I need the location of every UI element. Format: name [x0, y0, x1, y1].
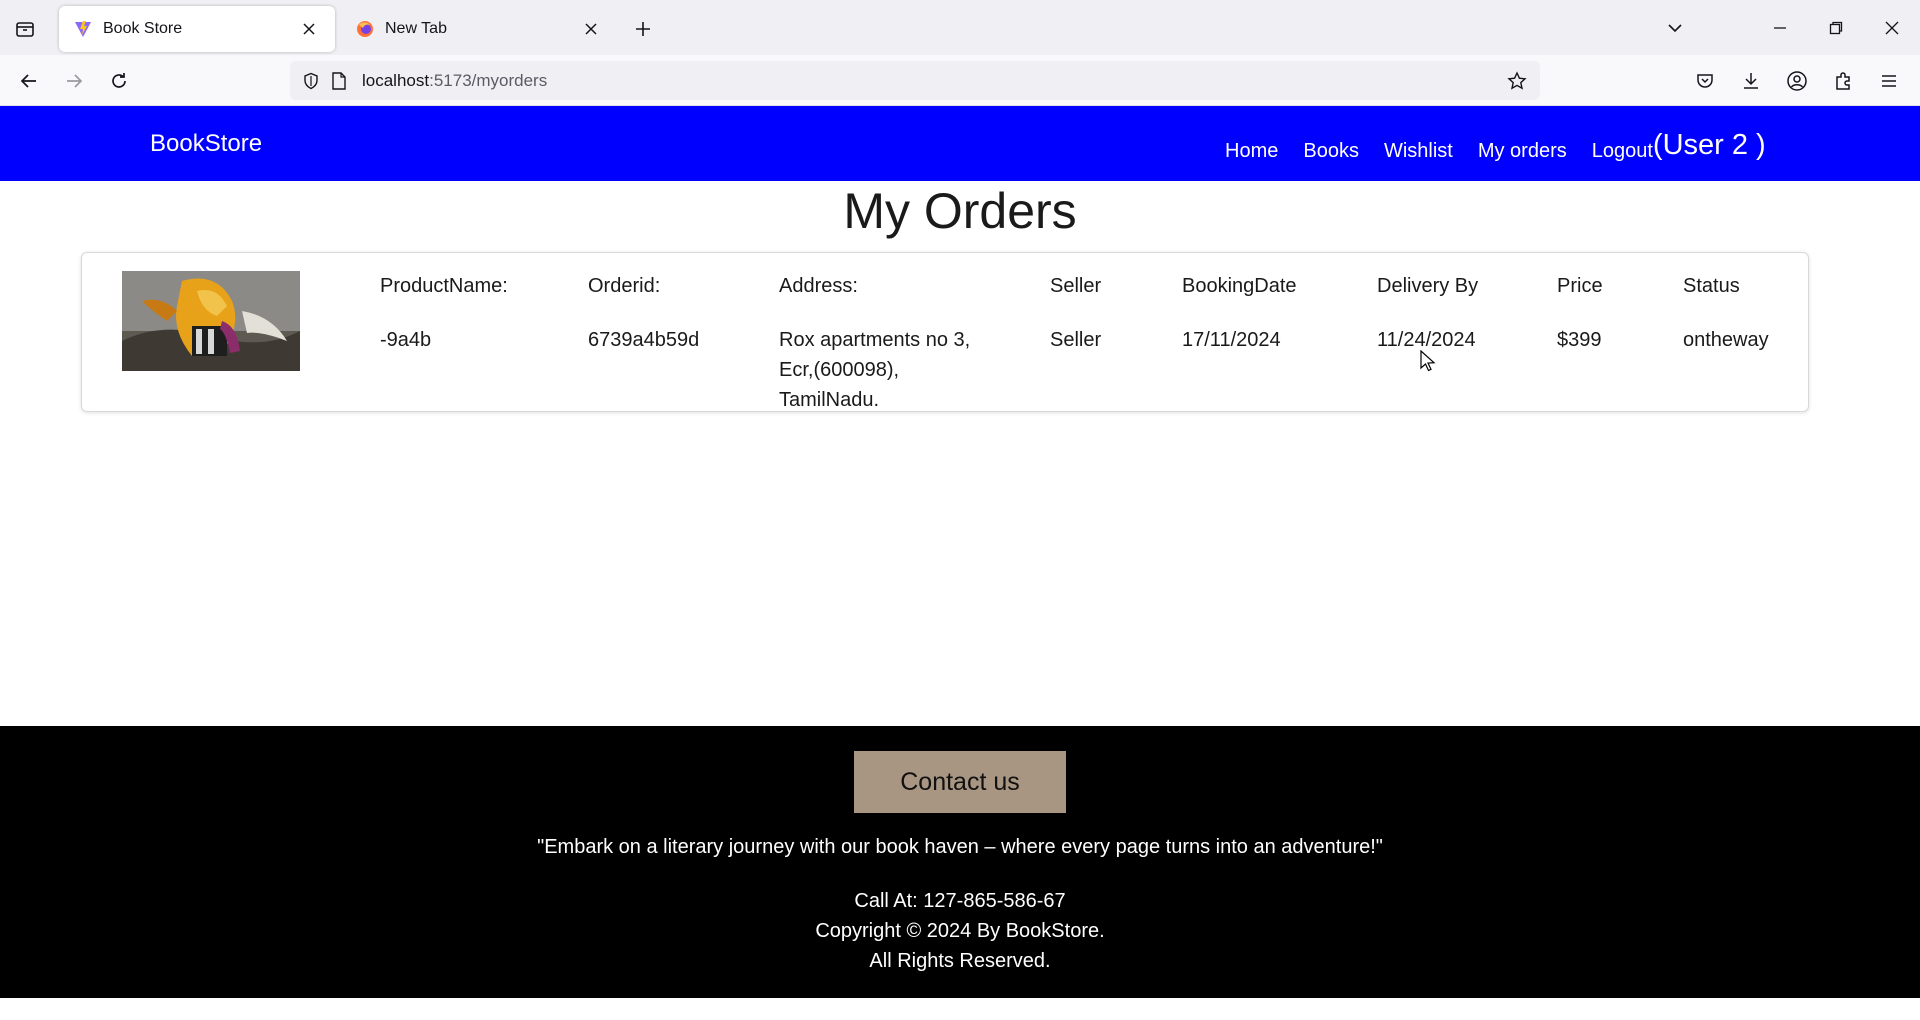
page-bottom-strip [0, 998, 1920, 1020]
col-price: Price $399 [1557, 275, 1603, 355]
footer-rights: All Rights Reserved. [869, 950, 1051, 972]
close-icon[interactable] [579, 17, 603, 41]
url-text[interactable]: localhost:5173/myorders [362, 71, 1502, 91]
book-cover-image [122, 271, 300, 371]
price-label: Price [1557, 275, 1603, 297]
col-product-name: ProductName: -9a4b [380, 275, 508, 355]
order-card: ProductName: -9a4b Orderid: 6739a4b59d A… [81, 252, 1809, 412]
tab-book-store[interactable]: Book Store [59, 6, 335, 52]
footer-tagline: "Embark on a literary journey with our b… [537, 836, 1383, 858]
col-booking-date: BookingDate 17/11/2024 [1182, 275, 1297, 355]
col-order-id: Orderid: 6739a4b59d [588, 275, 699, 355]
footer-contact-info: Call At: 127-865-586-67 Copyright © 2024… [0, 886, 1920, 976]
product-name-value: -9a4b [380, 329, 432, 351]
firefox-icon [355, 19, 375, 39]
site-header: BookStore Home Books Wishlist My orders … [0, 106, 1920, 181]
nav-my-orders-link[interactable]: My orders [1478, 140, 1567, 163]
restore-icon[interactable] [1808, 0, 1864, 55]
seller-label: Seller [1050, 275, 1102, 297]
address-line-1: Rox apartments no 3, [779, 329, 971, 351]
col-address: Address: Rox apartments no 3, Ecr,(60009… [779, 275, 970, 415]
url-bar[interactable]: localhost:5173/myorders [290, 61, 1540, 100]
browser-toolbar: localhost:5173/myorders [0, 55, 1920, 106]
mouse-cursor-icon [1420, 349, 1436, 377]
col-status: Status ontheway [1683, 275, 1769, 355]
nav-wishlist-link[interactable]: Wishlist [1384, 140, 1453, 163]
url-path: :5173/myorders [429, 70, 548, 90]
brand-logo-text[interactable]: BookStore [150, 130, 262, 158]
close-icon[interactable] [297, 17, 321, 41]
footer-phone: Call At: 127-865-586-67 [854, 890, 1066, 912]
pocket-icon[interactable] [1682, 64, 1728, 98]
col-delivery-by: Delivery By 11/24/2024 [1377, 275, 1478, 355]
forward-arrow-icon[interactable] [57, 64, 91, 98]
minimize-icon[interactable] [1752, 0, 1808, 55]
tab-title: Book Store [103, 20, 183, 37]
seller-value: Seller [1050, 329, 1102, 351]
back-arrow-icon[interactable] [12, 64, 46, 98]
close-window-icon[interactable] [1864, 0, 1920, 55]
delivery-by-label: Delivery By [1377, 275, 1479, 297]
col-seller: Seller Seller [1050, 275, 1101, 355]
url-host: localhost [362, 70, 430, 90]
nav-home-link[interactable]: Home [1225, 140, 1278, 163]
menu-hamburger-icon[interactable] [1866, 64, 1912, 98]
tab-title: New Tab [385, 20, 447, 37]
status-label: Status [1683, 275, 1740, 297]
new-tab-plus-icon[interactable] [628, 14, 658, 44]
booking-date-value: 17/11/2024 [1182, 329, 1281, 351]
price-value: $399 [1557, 329, 1602, 351]
product-name-label: ProductName: [380, 275, 508, 297]
vite-logo-icon [73, 19, 93, 39]
browser-tabstrip: Book Store New Tab [0, 0, 1920, 55]
current-user-label: (User 2 ) [1652, 129, 1766, 161]
nav-logout-link[interactable]: Logout [1592, 140, 1653, 163]
site-footer: Contact us "Embark on a literary journey… [0, 726, 1920, 998]
nav-books-link[interactable]: Books [1303, 140, 1359, 163]
page-title: My Orders [843, 183, 1077, 239]
page-icon[interactable] [326, 68, 352, 94]
address-label: Address: [779, 275, 858, 297]
shield-icon[interactable] [298, 68, 324, 94]
footer-copyright: Copyright © 2024 By BookStore. [815, 920, 1105, 942]
download-icon[interactable] [1728, 64, 1774, 98]
tab-new-tab[interactable]: New Tab [341, 6, 617, 52]
contact-us-button[interactable]: Contact us [854, 751, 1066, 813]
address-line-3: TamilNadu. [779, 389, 880, 411]
address-line-2: Ecr,(600098), [779, 359, 900, 381]
window-controls [1752, 0, 1920, 55]
order-id-label: Orderid: [588, 275, 661, 297]
bookmark-star-icon[interactable] [1502, 66, 1532, 96]
firefox-view-icon[interactable] [10, 14, 40, 44]
order-id-value: 6739a4b59d [588, 329, 700, 351]
toolbar-right [1682, 64, 1912, 98]
status-value: ontheway [1683, 329, 1769, 351]
reload-icon[interactable] [102, 64, 136, 98]
account-icon[interactable] [1774, 64, 1820, 98]
main-nav: Home Books Wishlist My orders Logout (Us… [1225, 129, 1766, 165]
booking-date-label: BookingDate [1182, 275, 1297, 297]
chevron-down-icon[interactable] [1658, 12, 1692, 44]
extensions-icon[interactable] [1820, 64, 1866, 98]
